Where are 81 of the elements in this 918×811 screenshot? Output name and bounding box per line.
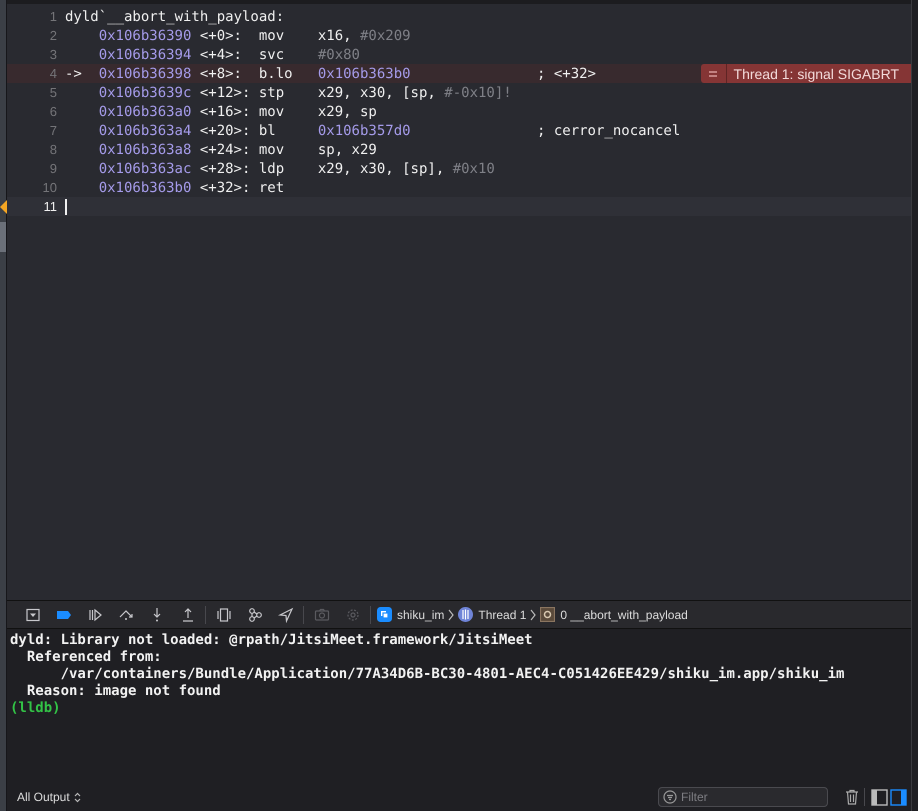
instruction-address: 0x106b36394 bbox=[98, 46, 192, 62]
line-number: 9 bbox=[48, 161, 58, 176]
text-cursor bbox=[65, 198, 66, 214]
instruction-mnemonic: b.lo bbox=[258, 66, 294, 82]
chevron-icon bbox=[530, 608, 536, 620]
filter-field[interactable]: Filter bbox=[658, 787, 828, 807]
gutter-highlight bbox=[0, 222, 6, 252]
instruction-offset: <+16>: bbox=[200, 104, 252, 120]
line-number: 10 bbox=[42, 180, 58, 195]
instruction-operands: sp, x29 bbox=[318, 142, 377, 158]
app-icon bbox=[377, 607, 392, 622]
output-selector[interactable]: All Output bbox=[17, 790, 81, 804]
immediate-value: #-0x10]! bbox=[444, 84, 512, 100]
instruction-offset: <+4>: bbox=[200, 46, 243, 62]
right-panel-toggle-icon[interactable] bbox=[890, 788, 907, 806]
instruction-operands: x16, bbox=[318, 28, 352, 44]
instruction-offset: <+32>: bbox=[200, 180, 252, 196]
line-number: 3 bbox=[48, 47, 58, 62]
immediate-value: #0x209 bbox=[360, 28, 411, 44]
instruction-offset: <+8>: bbox=[200, 66, 243, 82]
instruction-mnemonic: mov bbox=[258, 104, 286, 120]
instruction-address: 0x106b363b0 bbox=[98, 180, 192, 196]
instruction-operands: x29, sp bbox=[318, 104, 377, 120]
line-number: 2 bbox=[48, 28, 58, 43]
line-number: 5 bbox=[48, 85, 58, 100]
instruction-address: 0x106b36398 bbox=[98, 66, 192, 82]
instruction-operands: x29, x30, [sp, bbox=[318, 84, 436, 100]
console-text: Reason: image not found bbox=[26, 683, 222, 700]
code-comment: ; cerror_nocancel bbox=[536, 122, 680, 138]
instruction-mnemonic: ldp bbox=[258, 160, 286, 176]
console-text: Referenced from: bbox=[26, 649, 163, 666]
symbol-label: dyld`__abort_with_payload: bbox=[65, 8, 284, 24]
console-text: /var/containers/Bundle/Application/77A34D6B-BC30-4801-AEC4-C051426EE429/shiku_im.app/shiku_im bbox=[60, 666, 846, 683]
instruction-address: 0x106b363a4 bbox=[98, 122, 192, 138]
location-arrow-icon[interactable] bbox=[278, 606, 294, 622]
filter-icon bbox=[663, 790, 677, 804]
instruction-mnemonic: svc bbox=[258, 46, 286, 62]
instruction-mnemonic: mov bbox=[258, 142, 286, 158]
left-panel-toggle-icon[interactable] bbox=[871, 788, 888, 806]
branch-target: 0x106b357d0 bbox=[318, 122, 411, 138]
instruction-operands: x29, x30, [sp], bbox=[318, 160, 444, 176]
breadcrumb-item[interactable]: shiku_im bbox=[373, 607, 448, 622]
console-text: dyld: Library not loaded: @rpath/JitsiMeet.framework/JitsiMeet bbox=[10, 632, 534, 649]
layers-icon[interactable] bbox=[216, 606, 232, 622]
updown-chevron-icon bbox=[74, 792, 81, 802]
branch-target: 0x106b363b0 bbox=[318, 66, 411, 82]
breadcrumb-item[interactable]: Thread 1 bbox=[454, 607, 530, 622]
nodes-icon[interactable] bbox=[246, 606, 262, 622]
line-number: 6 bbox=[48, 104, 58, 119]
line-number: 1 bbox=[48, 9, 58, 24]
error-message: Thread 1: signal SIGABRT bbox=[732, 66, 900, 82]
trash-icon[interactable] bbox=[844, 788, 860, 806]
instruction-mnemonic: mov bbox=[258, 28, 286, 44]
instruction-offset: <+24>: bbox=[200, 142, 252, 158]
breadcrumb-item[interactable]: 0 __abort_with_payload bbox=[536, 607, 692, 622]
code-comment: ; <+32> bbox=[536, 66, 596, 82]
pc-arrow: -> bbox=[65, 66, 83, 82]
instruction-mnemonic: ret bbox=[258, 180, 286, 196]
instruction-address: 0x106b36390 bbox=[98, 28, 192, 44]
instruction-address: 0x106b363a8 bbox=[98, 142, 192, 158]
instruction-offset: <+28>: bbox=[200, 160, 252, 176]
immediate-value: #0x80 bbox=[318, 46, 360, 62]
instruction-address: 0x106b3639c bbox=[98, 84, 192, 100]
instruction-address: 0x106b363ac bbox=[98, 160, 192, 176]
line-number: 11 bbox=[42, 199, 58, 214]
lldb-prompt: (lldb) bbox=[10, 700, 62, 717]
continue-icon[interactable] bbox=[86, 606, 102, 622]
hide-panel-icon[interactable] bbox=[24, 606, 40, 622]
line-number: 7 bbox=[48, 123, 58, 138]
threads-icon bbox=[458, 607, 474, 622]
line-number: 8 bbox=[48, 142, 58, 157]
instruction-address: 0x106b363a0 bbox=[98, 104, 192, 120]
line-number: 4 bbox=[48, 66, 58, 81]
chevron-icon bbox=[448, 608, 454, 620]
instruction-mnemonic: stp bbox=[258, 84, 286, 100]
instruction-offset: <+20>: bbox=[200, 122, 252, 138]
stack-frame-icon bbox=[540, 607, 556, 622]
instruction-offset: <+0>: bbox=[200, 28, 243, 44]
immediate-value: #0x10 bbox=[452, 160, 495, 176]
instruction-mnemonic: bl bbox=[258, 122, 277, 138]
instruction-offset: <+12>: bbox=[200, 84, 252, 100]
